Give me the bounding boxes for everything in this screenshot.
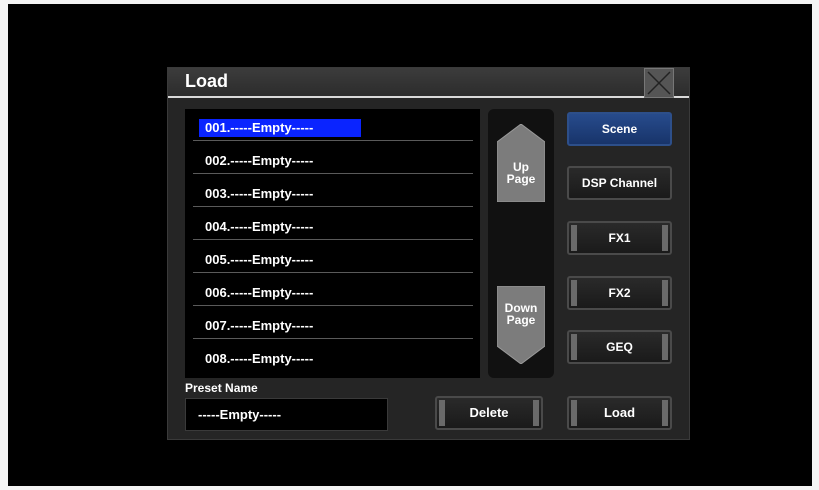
preset-row-label: 006.-----Empty-----: [205, 285, 314, 300]
button-edge: [662, 400, 668, 426]
button-edge: [571, 334, 577, 360]
page-down-label-2: Page: [506, 313, 536, 327]
page-down-button[interactable]: Down Page: [497, 286, 545, 364]
scene-button[interactable]: Scene: [567, 112, 672, 146]
preset-row-004[interactable]: 004.-----Empty-----: [193, 208, 473, 240]
page-up-label-2: Page: [506, 172, 536, 186]
preset-row-007[interactable]: 007.-----Empty-----: [193, 307, 473, 339]
fx1-button[interactable]: FX1: [567, 221, 672, 255]
preset-row-label: 002.-----Empty-----: [205, 153, 314, 168]
preset-row-005[interactable]: 005.-----Empty-----: [193, 241, 473, 273]
title-bar: Load: [168, 68, 689, 98]
button-edge: [662, 225, 668, 251]
button-edge: [571, 225, 577, 251]
page-scroll-panel: Up Page Down Page: [488, 109, 554, 378]
preset-list: 001.-----Empty----- 002.-----Empty----- …: [185, 109, 480, 378]
preset-row-006[interactable]: 006.-----Empty-----: [193, 274, 473, 306]
preset-row-008[interactable]: 008.-----Empty-----: [193, 340, 473, 372]
button-edge: [533, 400, 539, 426]
device-screen: Load 001.-----Empty----- 002.-----Empty-…: [8, 4, 812, 486]
load-button-label: Load: [603, 405, 636, 420]
button-edge: [571, 400, 577, 426]
button-edge: [662, 334, 668, 360]
fx2-button-label: FX2: [608, 286, 631, 300]
button-edge: [571, 280, 577, 306]
button-edge: [439, 400, 445, 426]
row-divider: [193, 239, 473, 240]
delete-button-label: Delete: [469, 405, 509, 420]
row-divider: [193, 305, 473, 306]
scene-button-label: Scene: [601, 122, 638, 136]
close-button[interactable]: [644, 68, 674, 98]
row-divider: [193, 140, 473, 141]
preset-row-label: 005.-----Empty-----: [205, 252, 314, 267]
preset-row-label: 008.-----Empty-----: [205, 351, 314, 366]
close-x-icon: [647, 71, 671, 95]
fx2-button[interactable]: FX2: [567, 276, 672, 310]
page-up-button[interactable]: Up Page: [497, 124, 545, 202]
load-dialog: Load 001.-----Empty----- 002.-----Empty-…: [168, 68, 689, 439]
geq-button-label: GEQ: [606, 340, 633, 354]
dialog-title: Load: [185, 71, 228, 91]
row-divider: [193, 173, 473, 174]
dsp-channel-button-label: DSP Channel: [581, 176, 658, 190]
preset-row-label: 003.-----Empty-----: [205, 186, 314, 201]
delete-button[interactable]: Delete: [435, 396, 543, 430]
preset-row-label: 007.-----Empty-----: [205, 318, 314, 333]
row-divider: [193, 206, 473, 207]
preset-row-label: 001.-----Empty-----: [199, 119, 361, 137]
preset-name-label: Preset Name: [185, 381, 258, 395]
preset-row-003[interactable]: 003.-----Empty-----: [193, 175, 473, 207]
row-divider: [193, 338, 473, 339]
preset-row-002[interactable]: 002.-----Empty-----: [193, 142, 473, 174]
preset-name-field[interactable]: -----Empty-----: [185, 398, 388, 431]
dsp-channel-button[interactable]: DSP Channel: [567, 166, 672, 200]
geq-button[interactable]: GEQ: [567, 330, 672, 364]
button-edge: [662, 280, 668, 306]
fx1-button-label: FX1: [608, 231, 631, 245]
load-button[interactable]: Load: [567, 396, 672, 430]
row-divider: [193, 272, 473, 273]
preset-row-label: 004.-----Empty-----: [205, 219, 314, 234]
preset-row-001[interactable]: 001.-----Empty-----: [193, 109, 473, 141]
